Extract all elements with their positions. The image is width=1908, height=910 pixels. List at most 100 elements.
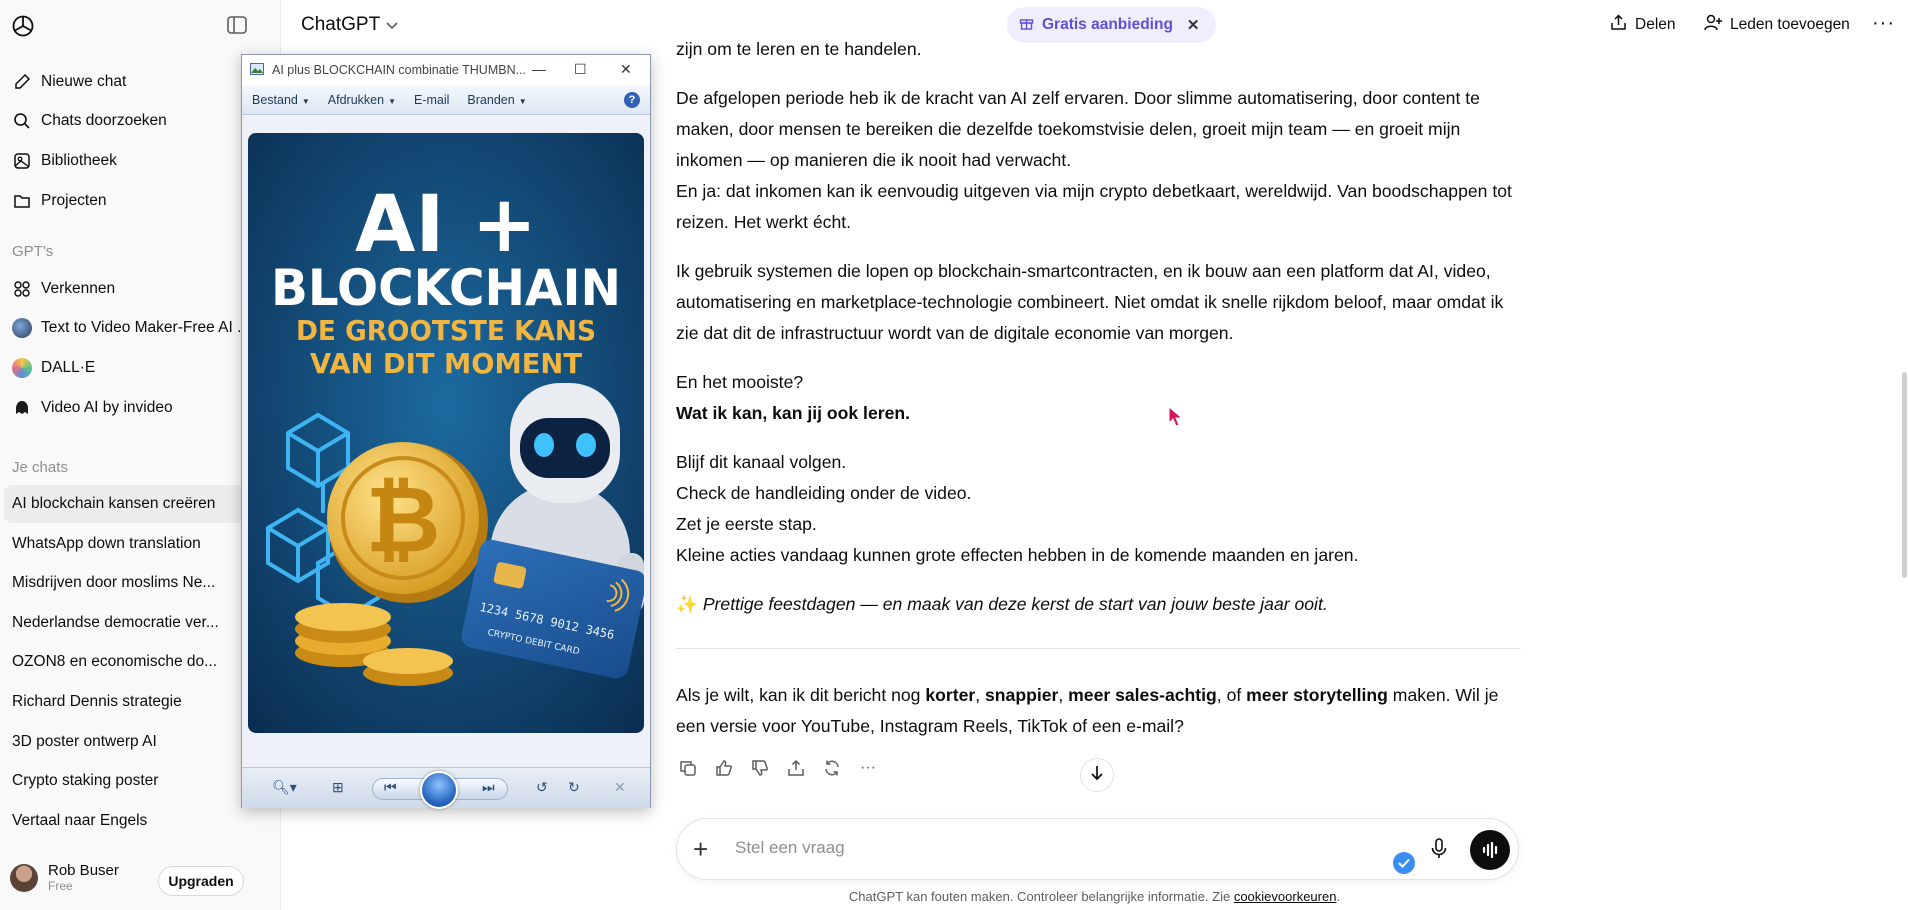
next-icon[interactable]: ⏭ bbox=[482, 779, 495, 796]
rotate-left-icon[interactable]: ↺ bbox=[536, 779, 548, 796]
thumbs-up-icon[interactable] bbox=[712, 756, 736, 780]
message-paragraph: Blijf dit kanaal volgen. Check de handle… bbox=[676, 452, 1359, 565]
page-title: ChatGPT bbox=[301, 14, 381, 35]
chat-item[interactable]: WhatsApp down translation bbox=[0, 525, 266, 563]
avatar bbox=[10, 863, 38, 892]
thumbs-down-icon[interactable] bbox=[748, 756, 772, 780]
slideshow-button[interactable] bbox=[420, 771, 458, 809]
sidebar-item-library[interactable]: Bibliotheek bbox=[12, 146, 117, 176]
chat-item[interactable]: Vertaal naar Engels bbox=[0, 802, 266, 840]
add-user-icon bbox=[1704, 14, 1722, 36]
message-paragraph: Ik gebruik systemen die lopen op blockch… bbox=[676, 261, 1504, 343]
sidebar-item-explore-gpts[interactable]: Verkennen bbox=[12, 274, 115, 304]
sidebar-item-label: Text to Video Maker-Free AI ... bbox=[41, 319, 251, 336]
rotate-right-icon[interactable]: ↻ bbox=[568, 779, 580, 796]
assistant-message: zijn om te leren en te handelen. De afge… bbox=[676, 34, 1521, 638]
chat-item[interactable]: OZON8 en economische do... bbox=[0, 643, 266, 681]
fit-window-icon[interactable]: ⊞ bbox=[332, 779, 344, 796]
message-paragraph: zijn om te leren en te handelen. bbox=[676, 39, 922, 59]
menu-item-file[interactable]: Bestand ▼ bbox=[252, 93, 310, 107]
chats-section-label: Je chats bbox=[12, 459, 68, 476]
close-icon[interactable]: ✕ bbox=[620, 61, 632, 78]
grid-icon bbox=[12, 279, 32, 299]
photo-viewer-window[interactable]: AI plus BLOCKCHAIN combinatie THUMBN... … bbox=[241, 54, 651, 809]
menu-item-burn[interactable]: Branden ▼ bbox=[467, 93, 526, 107]
message-paragraph: ✨ Prettige feestdagen — en maak van deze… bbox=[676, 594, 1328, 614]
cookie-preferences-link[interactable]: cookievoorkeuren bbox=[1234, 889, 1337, 904]
sidebar-item-search-chats[interactable]: Chats doorzoeken bbox=[12, 106, 167, 136]
chat-item[interactable]: Misdrijven door moslims Ne... bbox=[0, 564, 266, 602]
chat-item[interactable]: AI blockchain kansen creëren bbox=[4, 485, 244, 523]
chat-item[interactable]: 3D poster ontwerp AI bbox=[0, 723, 266, 761]
share-icon bbox=[1610, 14, 1627, 36]
user-name: Rob Buser bbox=[48, 862, 119, 879]
chat-item[interactable]: Crypto staking poster bbox=[0, 762, 266, 800]
sidebar-item-label: Verkennen bbox=[41, 280, 116, 297]
user-profile[interactable]: Rob Buser Free bbox=[10, 862, 119, 893]
poster-title-line2: BLOCKCHAIN bbox=[271, 259, 621, 317]
assistant-closing: Als je wilt, kan ik dit bericht nog kort… bbox=[676, 680, 1521, 760]
add-members-button[interactable]: Leden toevoegen bbox=[1704, 14, 1850, 36]
composer: + Stel een vraag bbox=[676, 818, 1519, 880]
search-icon bbox=[12, 111, 32, 131]
image-file-icon bbox=[250, 62, 264, 78]
user-plan: Free bbox=[48, 879, 73, 893]
upgrade-button[interactable]: Upgraden bbox=[158, 866, 244, 896]
chevron-down-icon bbox=[386, 14, 398, 36]
scroll-down-button[interactable] bbox=[1080, 758, 1114, 792]
new-chat-icon bbox=[12, 72, 32, 92]
mouse-cursor-icon bbox=[1168, 405, 1184, 433]
more-options-icon[interactable]: ··· bbox=[1872, 12, 1895, 35]
gpt-avatar bbox=[12, 318, 32, 338]
share-icon[interactable] bbox=[784, 756, 808, 780]
add-attachment-button[interactable]: + bbox=[693, 836, 708, 862]
openai-logo-icon[interactable] bbox=[10, 13, 36, 39]
more-options-icon[interactable]: ··· bbox=[856, 756, 880, 780]
arrow-down-icon bbox=[1090, 765, 1104, 786]
sidebar-item-gpt-video-ai[interactable]: Video AI by invideo bbox=[12, 393, 173, 423]
promo-label: Gratis aanbieding bbox=[1042, 16, 1173, 33]
sidebar-item-gpt-dalle[interactable]: DALL·E bbox=[12, 353, 95, 383]
regenerate-icon[interactable] bbox=[820, 756, 844, 780]
poster-image: AI + BLOCKCHAIN DE GROOTSTE KANS VAN DIT… bbox=[248, 133, 644, 733]
message-paragraph: En het mooiste? Wat ik kan, kan jij ook … bbox=[676, 372, 911, 423]
microphone-icon[interactable] bbox=[1430, 837, 1448, 866]
viewer-titlebar[interactable]: AI plus BLOCKCHAIN combinatie THUMBN... … bbox=[242, 55, 650, 85]
chat-item[interactable]: Richard Dennis strategie bbox=[0, 683, 266, 721]
viewer-menubar: Bestand ▼ Afdrukken ▼ E-mail Branden ▼ bbox=[242, 85, 650, 115]
sparkle-icon: ✨ bbox=[676, 594, 698, 614]
disclaimer: ChatGPT kan fouten maken. Controleer bel… bbox=[848, 889, 1341, 904]
poster-title-line1: AI + bbox=[355, 180, 537, 270]
share-button[interactable]: Delen bbox=[1610, 14, 1676, 36]
prompt-input[interactable]: Stel een vraag bbox=[735, 838, 845, 858]
sidebar-item-label: Projecten bbox=[41, 192, 107, 209]
copy-icon[interactable] bbox=[676, 756, 700, 780]
bitcoin-icon: ₿ bbox=[327, 442, 488, 603]
sidebar-item-label: Video AI by invideo bbox=[41, 399, 173, 416]
menu-item-print[interactable]: Afdrukken ▼ bbox=[328, 93, 396, 107]
minimize-icon[interactable]: — bbox=[532, 61, 546, 77]
previous-icon[interactable]: ⏮ bbox=[384, 779, 397, 796]
sidebar-item-label: Nieuwe chat bbox=[41, 73, 127, 90]
close-icon[interactable]: ✕ bbox=[1187, 16, 1200, 34]
help-icon[interactable]: ? bbox=[624, 92, 640, 108]
sidebar-item-gpt-text-to-video[interactable]: Text to Video Maker-Free AI ... bbox=[12, 313, 250, 343]
viewer-title: AI plus BLOCKCHAIN combinatie THUMBN... bbox=[272, 63, 527, 77]
chat-item[interactable]: Nederlandse democratie ver... bbox=[0, 604, 266, 642]
delete-icon[interactable]: ✕ bbox=[614, 779, 626, 796]
svg-text:₿: ₿ bbox=[366, 466, 441, 573]
sidebar-toggle-icon[interactable] bbox=[226, 15, 248, 35]
sidebar-item-new-chat[interactable]: Nieuwe chat bbox=[12, 67, 126, 97]
maximize-icon[interactable]: ☐ bbox=[574, 61, 587, 78]
message-paragraph: De afgelopen periode heb ik de kracht va… bbox=[676, 88, 1512, 232]
menu-item-email[interactable]: E-mail bbox=[414, 93, 449, 107]
scrollbar[interactable] bbox=[1902, 372, 1907, 578]
add-members-label: Leden toevoegen bbox=[1730, 16, 1850, 33]
zoom-icon[interactable]: 🔍︎▾ bbox=[272, 779, 297, 796]
poster-subtitle-line1: DE GROOTSTE KANS bbox=[296, 314, 596, 347]
poster-subtitle-line2: VAN DIT MOMENT bbox=[310, 347, 582, 380]
sidebar-item-projects[interactable]: Projecten bbox=[12, 186, 106, 216]
voice-mode-button[interactable] bbox=[1470, 830, 1510, 870]
gpts-section-label: GPT's bbox=[12, 243, 54, 260]
model-selector[interactable]: ChatGPT bbox=[301, 14, 398, 36]
